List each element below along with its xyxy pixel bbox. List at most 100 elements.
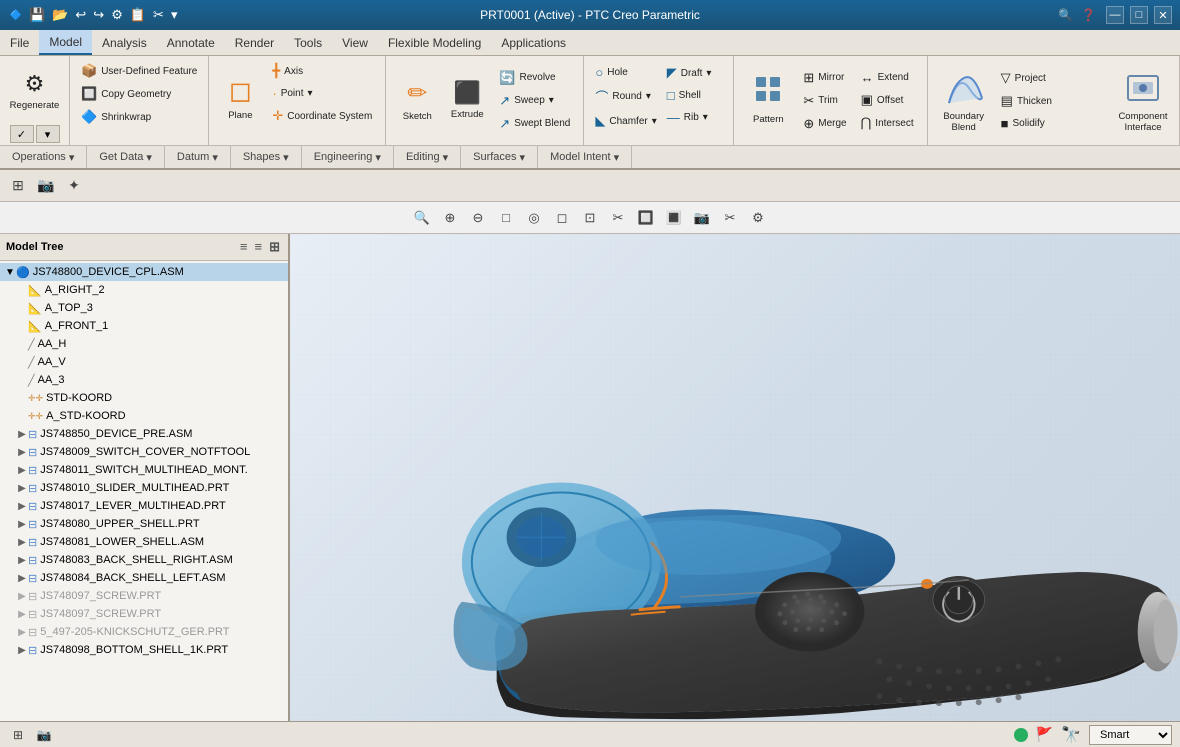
draft-button[interactable]: ◤ Draft ▾ — [662, 62, 728, 84]
help-icon[interactable]: ❓ — [1081, 8, 1096, 22]
settings-btn[interactable]: ⚙ — [745, 206, 771, 230]
menu-analysis[interactable]: Analysis — [92, 30, 157, 55]
intersect-button[interactable]: ⋂ Intersect — [856, 112, 919, 134]
tree-item-screw2[interactable]: ▶ ⊟ JS748097_SCREW.PRT — [0, 605, 288, 623]
menu-applications[interactable]: Applications — [491, 30, 576, 55]
tree-item-upper-shell[interactable]: ▶ ⊟ JS748080_UPPER_SHELL.PRT — [0, 515, 288, 533]
menu-file[interactable]: File — [0, 30, 39, 55]
tree-item-lever[interactable]: ▶ ⊟ JS748017_LEVER_MULTIHEAD.PRT — [0, 497, 288, 515]
expand-back-right[interactable]: ▶ — [16, 555, 28, 566]
expand-lower-shell[interactable]: ▶ — [16, 537, 28, 548]
solidify-button[interactable]: ■ Solidify — [996, 113, 1111, 134]
project-button[interactable]: ▽ Project — [996, 67, 1111, 89]
menu-tools[interactable]: Tools — [284, 30, 332, 55]
extrude-button[interactable]: ⬛ Extrude — [444, 63, 490, 139]
round-button[interactable]: ⌒ Round ▾ — [590, 84, 661, 109]
mirror-button[interactable]: ⊞ Mirror — [798, 67, 851, 89]
standard-orient-btn[interactable]: □ — [493, 206, 519, 230]
tree-item-a-top[interactable]: 📐 A_TOP_3 — [0, 299, 288, 317]
zoom-out-btn[interactable]: ⊖ — [465, 206, 491, 230]
viewport[interactable] — [290, 234, 1180, 721]
display-shaded-btn[interactable]: 🔲 — [633, 206, 659, 230]
expand-upper-shell[interactable]: ▶ — [16, 519, 28, 530]
tab-engineering[interactable]: Engineering ▾ — [302, 146, 394, 168]
copy-geometry-button[interactable]: 🔲 Copy Geometry — [76, 83, 202, 105]
display-btn[interactable]: ✦ — [62, 174, 86, 198]
binoculars-icon[interactable]: 🔭 — [1061, 725, 1081, 745]
user-defined-feature-button[interactable]: 📦 User-Defined Feature — [76, 60, 202, 82]
tree-item-aa-h[interactable]: ╱ AA_H — [0, 335, 288, 353]
revolve-button[interactable]: 🔄 Revolve — [494, 67, 575, 89]
undo-icon[interactable]: ↩ — [73, 5, 88, 25]
boundary-blend-button[interactable]: BoundaryBlend — [936, 63, 992, 139]
camera-btn[interactable]: 📷 — [34, 174, 58, 198]
tree-item-slider[interactable]: ▶ ⊟ JS748010_SLIDER_MULTIHEAD.PRT — [0, 479, 288, 497]
shrinkwrap-button[interactable]: 🔷 Shrinkwrap — [76, 106, 202, 128]
status-camera-btn[interactable]: 📷 — [34, 725, 54, 745]
tree-item-back-left[interactable]: ▶ ⊟ JS748084_BACK_SHELL_LEFT.ASM — [0, 569, 288, 587]
swept-blend-button[interactable]: ↗ Swept Blend — [494, 113, 575, 135]
save-icon[interactable]: 💾 — [27, 5, 47, 25]
cut-icon[interactable]: ✂ — [151, 5, 166, 25]
tree-settings-btn[interactable]: ≡ — [238, 238, 250, 256]
spin-btn[interactable]: ⊡ — [577, 206, 603, 230]
regenerate-button[interactable]: ⚙ Regenerate — [9, 60, 61, 123]
expand-bottom[interactable]: ▶ — [16, 645, 28, 656]
expand-slider[interactable]: ▶ — [16, 483, 28, 494]
tree-item-a-right[interactable]: 📐 A_RIGHT_2 — [0, 281, 288, 299]
regen-icon[interactable]: ⚙ — [109, 5, 125, 25]
expand-screw1[interactable]: ▶ — [16, 591, 28, 602]
hole-button[interactable]: ○ Hole — [590, 62, 661, 83]
regen-options-btn[interactable]: ✓ — [10, 125, 34, 143]
menu-flexible-modeling[interactable]: Flexible Modeling — [378, 30, 491, 55]
menu-view[interactable]: View — [332, 30, 378, 55]
customize-icon[interactable]: ▾ — [169, 5, 180, 25]
search-icon[interactable]: 🔍 — [1058, 8, 1073, 22]
tree-item-back-right[interactable]: ▶ ⊟ JS748083_BACK_SHELL_RIGHT.ASM — [0, 551, 288, 569]
tab-get-data[interactable]: Get Data ▾ — [87, 146, 165, 168]
minimize-button[interactable]: — — [1106, 6, 1124, 24]
coordinate-system-button[interactable]: ✛ Coordinate System — [267, 105, 377, 127]
regen-dropdown-btn[interactable]: ▾ — [36, 125, 60, 143]
zoom-in-btn[interactable]: ⊕ — [437, 206, 463, 230]
expand-switch-multi[interactable]: ▶ — [16, 465, 28, 476]
expand-pre-asm[interactable]: ▶ — [16, 429, 28, 440]
menu-annotate[interactable]: Annotate — [157, 30, 225, 55]
sweep-button[interactable]: ↗ Sweep ▾ — [494, 90, 575, 112]
tab-operations[interactable]: Operations ▾ — [0, 146, 87, 168]
open-icon[interactable]: 📂 — [50, 5, 70, 25]
redo-icon[interactable]: ↪ — [91, 5, 106, 25]
tree-item-bottom[interactable]: ▶ ⊟ JS748098_BOTTOM_SHELL_1K.PRT — [0, 641, 288, 659]
display-wireframe-btn[interactable]: 🔳 — [661, 206, 687, 230]
tree-item-root[interactable]: ▼ 🔵 JS748800_DEVICE_CPL.ASM — [0, 263, 288, 281]
refit-btn[interactable]: ◎ — [521, 206, 547, 230]
tree-item-switch-multi[interactable]: ▶ ⊟ JS748011_SWITCH_MULTIHEAD_MONT. — [0, 461, 288, 479]
tree-item-aa-3[interactable]: ╱ AA_3 — [0, 371, 288, 389]
expand-back-left[interactable]: ▶ — [16, 573, 28, 584]
axis-button[interactable]: ╋ Axis — [267, 60, 377, 82]
offset-button[interactable]: ▣ Offset — [856, 89, 919, 111]
tab-model-intent[interactable]: Model Intent ▾ — [538, 146, 632, 168]
close-button[interactable]: ✕ — [1154, 6, 1172, 24]
component-interface-button[interactable]: ComponentInterface — [1115, 63, 1171, 139]
tab-datum[interactable]: Datum ▾ — [165, 146, 231, 168]
section-btn[interactable]: ✂ — [605, 206, 631, 230]
thicken-button[interactable]: ▤ Thicken — [996, 90, 1111, 112]
plane-button[interactable]: ◻ Plane — [217, 60, 263, 136]
expand-knick[interactable]: ▶ — [16, 627, 28, 638]
tree-item-pre-asm[interactable]: ▶ ⊟ JS748850_DEVICE_PRE.ASM — [0, 425, 288, 443]
menu-render[interactable]: Render — [225, 30, 284, 55]
rib-button[interactable]: — Rib ▾ — [662, 107, 728, 128]
expand-switch-cover[interactable]: ▶ — [16, 447, 28, 458]
extend-button[interactable]: ↔ Extend — [856, 67, 919, 88]
status-view-btn[interactable]: ⊞ — [8, 725, 28, 745]
tree-item-knick[interactable]: ▶ ⊟ 5_497-205-KNICKSCHUTZ_GER.PRT — [0, 623, 288, 641]
layers-btn[interactable]: ✂ — [717, 206, 743, 230]
tab-editing[interactable]: Editing ▾ — [394, 146, 461, 168]
selection-mode-select[interactable]: Smart Geometry Feature Body Datum — [1089, 725, 1172, 745]
view-manager-btn[interactable]: 📷 — [689, 206, 715, 230]
tree-item-a-front[interactable]: 📐 A_FRONT_1 — [0, 317, 288, 335]
view-toggle-btn[interactable]: ⊞ — [6, 174, 30, 198]
chamfer-button[interactable]: ◣ Chamfer ▾ — [590, 110, 661, 132]
tab-surfaces[interactable]: Surfaces ▾ — [461, 146, 538, 168]
